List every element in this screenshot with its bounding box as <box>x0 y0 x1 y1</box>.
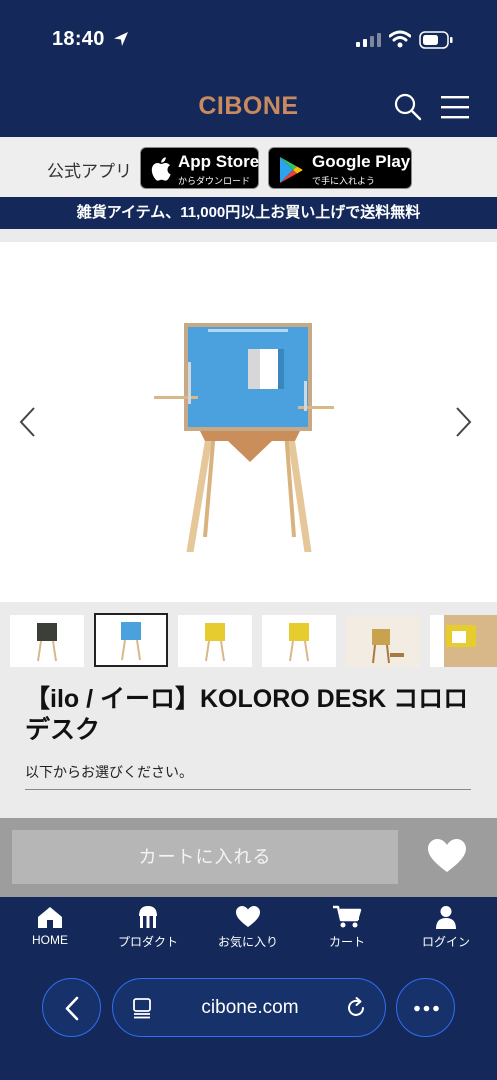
address-bar[interactable]: cibone.com <box>112 978 386 1037</box>
thumbnail-yellow[interactable] <box>178 615 252 667</box>
chevron-right-icon[interactable] <box>453 406 473 443</box>
app-banner-label: 公式アプリ <box>47 162 132 181</box>
nav-home-label: HOME <box>32 933 68 947</box>
heart-icon <box>236 906 260 927</box>
home-icon <box>38 907 62 928</box>
thumbnail-black[interactable] <box>10 615 84 667</box>
app-store-title: App Store <box>178 152 260 171</box>
product-detail: 【ilo / イーロ】KOLORO DESK コロロ デスク 以下からお選びくだ… <box>0 229 497 897</box>
thumbnail-yellow-angle[interactable] <box>262 615 336 667</box>
product-title: 【ilo / イーロ】KOLORO DESK コロロ デスク <box>25 685 469 744</box>
cart-icon <box>333 905 362 928</box>
nav-products[interactable]: プロダクト <box>103 905 193 950</box>
status-bar: 18:40 <box>0 0 497 80</box>
app-download-banner: 公式アプリ App Store からダウンロード Google Play で手に… <box>0 137 497 197</box>
chevron-left-icon[interactable] <box>18 406 38 443</box>
app-store-button[interactable]: App Store からダウンロード <box>140 147 259 189</box>
variant-select-note: 以下からお選びください。 <box>25 764 193 780</box>
nav-products-label: プロダクト <box>117 935 178 949</box>
google-play-icon <box>278 156 304 189</box>
heart-icon[interactable] <box>427 838 467 874</box>
wifi-icon <box>388 30 412 53</box>
product-image-blue-desk <box>150 317 340 557</box>
thumbnail-room-scene[interactable] <box>346 615 420 667</box>
google-play-title: Google Play <box>312 152 411 171</box>
nav-login-label: ログイン <box>421 935 470 949</box>
status-time: 18:40 <box>52 28 105 50</box>
chevron-left-icon <box>65 996 79 1021</box>
apple-icon <box>150 156 172 187</box>
thumbnail-strip <box>0 613 497 669</box>
battery-icon <box>419 31 453 54</box>
search-icon[interactable] <box>393 92 423 122</box>
add-to-cart-button[interactable]: カートに入れる <box>12 830 398 884</box>
divider <box>25 789 471 790</box>
thumbnail-detail[interactable] <box>430 615 497 667</box>
nav-favorites[interactable]: お気に入り <box>203 905 293 950</box>
nav-home[interactable]: HOME <box>5 905 95 947</box>
cart-actions: カートに入れる <box>0 818 497 897</box>
google-play-button[interactable]: Google Play で手に入れよう <box>268 147 412 189</box>
site-header: CIBONE <box>0 80 497 137</box>
bottom-navigation: HOME プロダクト お気に入り カート ログイン <box>0 897 497 959</box>
nav-login[interactable]: ログイン <box>401 905 491 950</box>
more-options-button[interactable] <box>396 978 455 1037</box>
nav-cart[interactable]: カート <box>302 905 392 950</box>
user-icon <box>436 906 456 929</box>
thumbnail-blue[interactable] <box>94 613 168 667</box>
free-shipping-notice: 雑貨アイテム、11,000円以上お買い上げで送料無料 <box>0 197 497 229</box>
nav-favorites-label: お気に入り <box>217 935 278 949</box>
location-arrow-icon <box>112 30 130 53</box>
ellipsis-icon <box>414 1005 439 1012</box>
stool-icon <box>139 906 157 928</box>
browser-back-button[interactable] <box>42 978 101 1037</box>
product-image-gallery[interactable] <box>0 242 497 602</box>
nav-cart-label: カート <box>328 935 365 949</box>
browser-toolbar: cibone.com <box>0 959 497 1080</box>
hamburger-menu-icon[interactable] <box>440 94 470 120</box>
reload-icon[interactable] <box>344 996 368 1025</box>
google-play-subtitle: で手に入れよう <box>312 176 376 186</box>
app-store-subtitle: からダウンロード <box>178 176 251 186</box>
cellular-signal-icon <box>356 33 381 52</box>
